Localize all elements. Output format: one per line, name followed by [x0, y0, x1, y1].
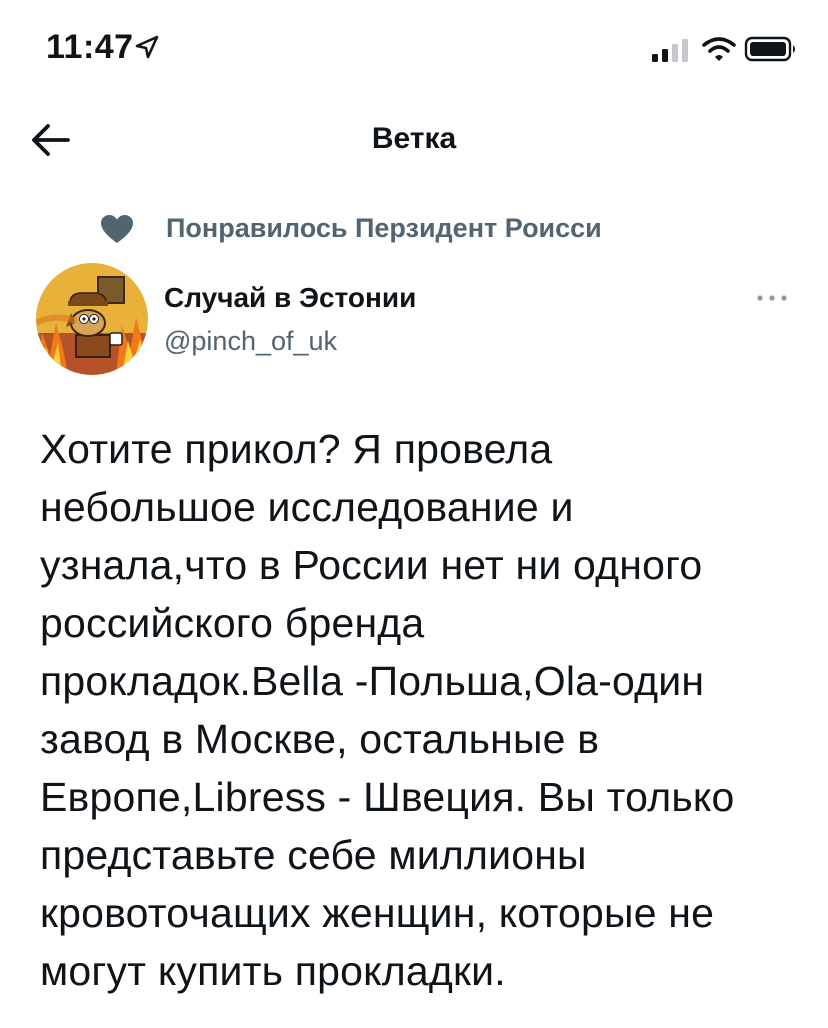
more-dots-icon[interactable]	[752, 286, 792, 310]
author-name[interactable]: Случай в Эстонии	[164, 282, 416, 314]
signal-icon	[652, 39, 688, 62]
status-bar: 11:47	[0, 0, 828, 90]
tweet-text-line: представьте себе миллионы	[40, 832, 587, 878]
tweet-text-line: российского бренда	[40, 600, 425, 646]
tweet-text-line: завод в Москве, остальные в	[40, 716, 600, 762]
tweet-text-line: кровоточащих женщин, которые не	[40, 890, 715, 936]
tweet-text-line: Хотите прикол? Я провела	[40, 426, 553, 472]
location-arrow-icon	[135, 35, 159, 59]
page-title: Ветка	[371, 122, 457, 155]
heart-icon	[101, 215, 133, 243]
avatar[interactable]	[36, 263, 148, 375]
tweet-text: Хотите прикол? Я провела небольшое иссле…	[40, 420, 810, 1000]
social-context-text[interactable]: Понравилось Перзидент Роисси	[166, 213, 602, 244]
tweet-text-line: прокладок.Bella -Польша,Ola-один	[40, 658, 705, 704]
author-handle[interactable]: @pinch_of_uk	[164, 326, 337, 357]
tweet-text-line: могут купить прокладки.	[40, 948, 506, 994]
wifi-icon	[702, 37, 736, 61]
tweet-text-line: узнала,что в России нет ни одного	[40, 542, 703, 588]
tweet-text-line: небольшое исследование и	[40, 484, 574, 530]
battery-icon	[744, 36, 795, 62]
status-time: 11:47	[46, 28, 134, 66]
nav-header: Ветка	[0, 100, 828, 180]
this-is-fine-dog-icon	[36, 263, 148, 375]
tweet-text-line: Европе,Libress - Швеция. Вы только	[40, 774, 735, 820]
